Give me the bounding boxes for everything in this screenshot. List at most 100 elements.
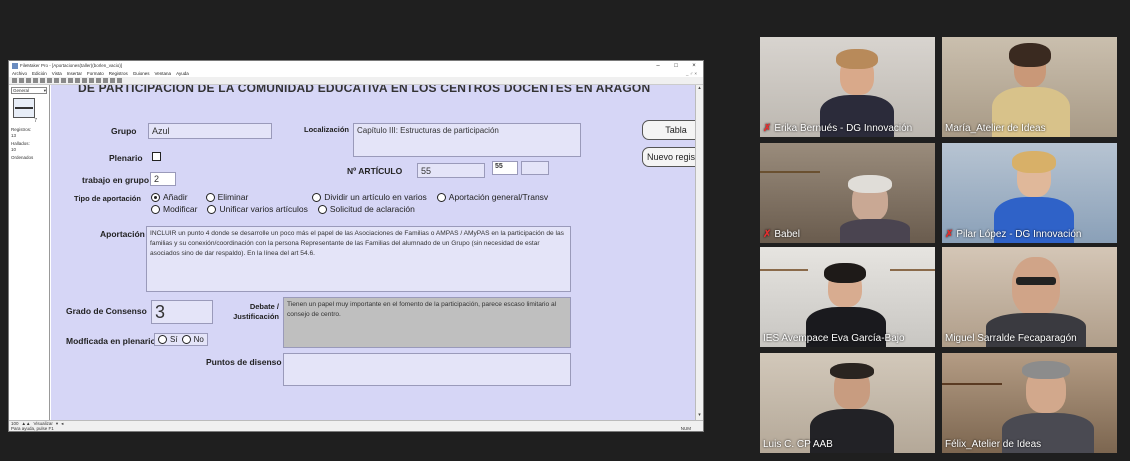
undo-icon[interactable] xyxy=(61,78,66,83)
sort-icon[interactable] xyxy=(89,78,94,83)
participant-name: María_Atelier de Ideas xyxy=(945,123,1046,134)
bookshelf xyxy=(760,171,820,173)
menu-ventana[interactable]: Ventana xyxy=(155,71,172,76)
video-tile[interactable]: ✗ Pilar López - DG Innovación xyxy=(942,143,1117,243)
status-bar: 100 ▲▲ Visualizar ▾ ◂ Para ayuda, pulse … xyxy=(9,420,703,431)
new-record-icon[interactable] xyxy=(68,78,73,83)
articulo-box-1[interactable]: 55 xyxy=(492,161,518,175)
delete-record-icon[interactable] xyxy=(75,78,80,83)
scroll-up-icon[interactable]: ▴ xyxy=(696,85,703,93)
find-icon[interactable] xyxy=(82,78,87,83)
paste-icon[interactable] xyxy=(54,78,59,83)
menu-archivo[interactable]: Archivo xyxy=(12,71,27,76)
help-icon[interactable] xyxy=(117,78,122,83)
consenso-label: Grado de Consenso xyxy=(66,306,147,316)
person-hair xyxy=(848,175,892,193)
aportacion-field[interactable]: INCLUIR un punto 4 donde se desarrolle u… xyxy=(146,226,571,292)
debate-label-line-2: Justificación xyxy=(233,312,279,321)
layout-selector[interactable]: General ▾ xyxy=(11,87,47,94)
video-tile[interactable]: María_Atelier de Ideas xyxy=(942,37,1117,137)
menu-guiones[interactable]: Guiones xyxy=(133,71,150,76)
person-hair xyxy=(830,363,874,379)
menu-vista[interactable]: Vista xyxy=(52,71,62,76)
document-window-controls[interactable]: _ ♂ × xyxy=(686,71,697,76)
plenario-checkbox[interactable] xyxy=(152,152,161,161)
minimize-button[interactable]: – xyxy=(649,63,667,69)
browse-icon[interactable] xyxy=(103,78,108,83)
chevron-down-icon: ▾ xyxy=(43,87,46,93)
debate-field[interactable]: Tienen un papel muy importante en el fom… xyxy=(283,297,571,348)
menu-insertar[interactable]: Insertar xyxy=(67,71,82,76)
scroll-left-icon[interactable]: ◂ xyxy=(61,421,63,427)
tipo-aportacion-row-2: Modificar Unificar varios artículos Soli… xyxy=(151,204,415,214)
open-file-icon[interactable] xyxy=(19,78,24,83)
participant-name: Babel xyxy=(774,229,800,240)
layout-icon[interactable] xyxy=(96,78,101,83)
participant-name-tag: Félix_Atelier de Ideas xyxy=(945,439,1041,450)
video-tile[interactable]: Luis C. CP AAB xyxy=(760,353,935,453)
records-value: 13 xyxy=(11,132,17,138)
menu-formato[interactable]: Formato xyxy=(87,71,104,76)
participant-name: Luis C. CP AAB xyxy=(763,439,833,450)
video-tile-active-speaker[interactable]: Miguel Sarralde Fecaparagón xyxy=(942,247,1117,347)
maximize-button[interactable]: □ xyxy=(667,63,685,69)
save-icon[interactable] xyxy=(26,78,31,83)
articulo-field[interactable]: 55 xyxy=(417,163,485,178)
tipo-aportacion-label: Tipo de aportación xyxy=(74,194,141,203)
grupo-label: Grupo xyxy=(111,126,137,136)
vertical-scrollbar[interactable]: ▴ ▾ xyxy=(695,85,703,420)
radio-icon xyxy=(312,192,322,202)
tipo-eliminar-radio[interactable]: Eliminar xyxy=(205,192,249,202)
nuevo-registro-button[interactable]: Nuevo registro xyxy=(642,147,697,167)
record-slider[interactable] xyxy=(15,107,33,109)
articulo-box-2[interactable] xyxy=(521,161,549,175)
video-tile[interactable]: ✗ Babel xyxy=(760,143,935,243)
tipo-general-radio[interactable]: Aportación general/Transv xyxy=(436,192,549,202)
filemaker-app-icon xyxy=(12,62,18,69)
scroll-down-icon[interactable]: ▾ xyxy=(696,412,703,420)
tipo-general-label: Aportación general/Transv xyxy=(448,192,549,202)
tipo-aclaracion-radio[interactable]: Solicitud de aclaración xyxy=(317,204,415,214)
tabla-button[interactable]: Tabla xyxy=(642,120,697,140)
new-file-icon[interactable] xyxy=(12,78,17,83)
print-icon[interactable] xyxy=(33,78,38,83)
meeting-screen: FileMaker Pro - [Aportaciones(taller)(bo… xyxy=(0,0,1130,461)
window-title: FileMaker Pro - [Aportaciones(taller)(bo… xyxy=(20,63,123,68)
person-hair xyxy=(824,263,866,283)
video-tile[interactable]: IES Avempace Eva García-Bajo xyxy=(760,247,935,347)
layout-name: General xyxy=(13,88,30,93)
help-text: Para ayuda, pulse F1 xyxy=(11,426,54,431)
participant-name: Miguel Sarralde Fecaparagón xyxy=(945,333,1077,344)
cut-icon[interactable] xyxy=(40,78,45,83)
participant-name-tag: María_Atelier de Ideas xyxy=(945,123,1046,134)
record-book-icon[interactable] xyxy=(13,98,35,118)
copy-icon[interactable] xyxy=(47,78,52,83)
video-tile[interactable]: Félix_Atelier de Ideas xyxy=(942,353,1117,453)
person-glasses xyxy=(1016,277,1056,285)
bookshelf xyxy=(942,383,1002,385)
close-button[interactable]: × xyxy=(685,63,703,69)
video-tile[interactable]: ✗ Erika Bernués - DG Innovación xyxy=(760,37,935,137)
tipo-eliminar-label: Eliminar xyxy=(217,192,249,202)
person-hair xyxy=(1009,43,1051,67)
modificada-si-radio[interactable]: Sí xyxy=(158,335,178,344)
tipo-aportacion-row-1: Añadir Eliminar Dividir un artículo en v… xyxy=(151,192,548,202)
tipo-unificar-radio[interactable]: Unificar varios artículos xyxy=(207,204,308,214)
trabajo-grupo-field[interactable]: 2 xyxy=(150,172,176,186)
modificada-no-radio[interactable]: No xyxy=(181,335,204,344)
chevron-down-icon[interactable]: ▾ xyxy=(56,421,58,427)
grupo-field[interactable]: Azul xyxy=(148,123,272,139)
tipo-modificar-radio[interactable]: Modificar xyxy=(151,204,197,214)
preview-icon[interactable] xyxy=(110,78,115,83)
tipo-anadir-radio[interactable]: Añadir xyxy=(151,192,188,202)
menu-ayuda[interactable]: Ayuda xyxy=(176,71,189,76)
current-record-number: 7 xyxy=(34,118,37,124)
form-heading: DE PARTICIPACIÓN DE LA COMUNIDAD EDUCATI… xyxy=(78,85,651,95)
menu-registros[interactable]: Registros xyxy=(109,71,128,76)
menu-edicion[interactable]: Edición xyxy=(32,71,47,76)
disenso-field[interactable] xyxy=(283,353,571,386)
records-found: Hallados: 10 xyxy=(11,141,47,152)
tipo-dividir-radio[interactable]: Dividir un artículo en varios xyxy=(312,192,427,202)
localizacion-field[interactable]: Capítulo III: Estructuras de participaci… xyxy=(353,123,581,157)
consenso-field[interactable]: 3 xyxy=(151,300,213,324)
